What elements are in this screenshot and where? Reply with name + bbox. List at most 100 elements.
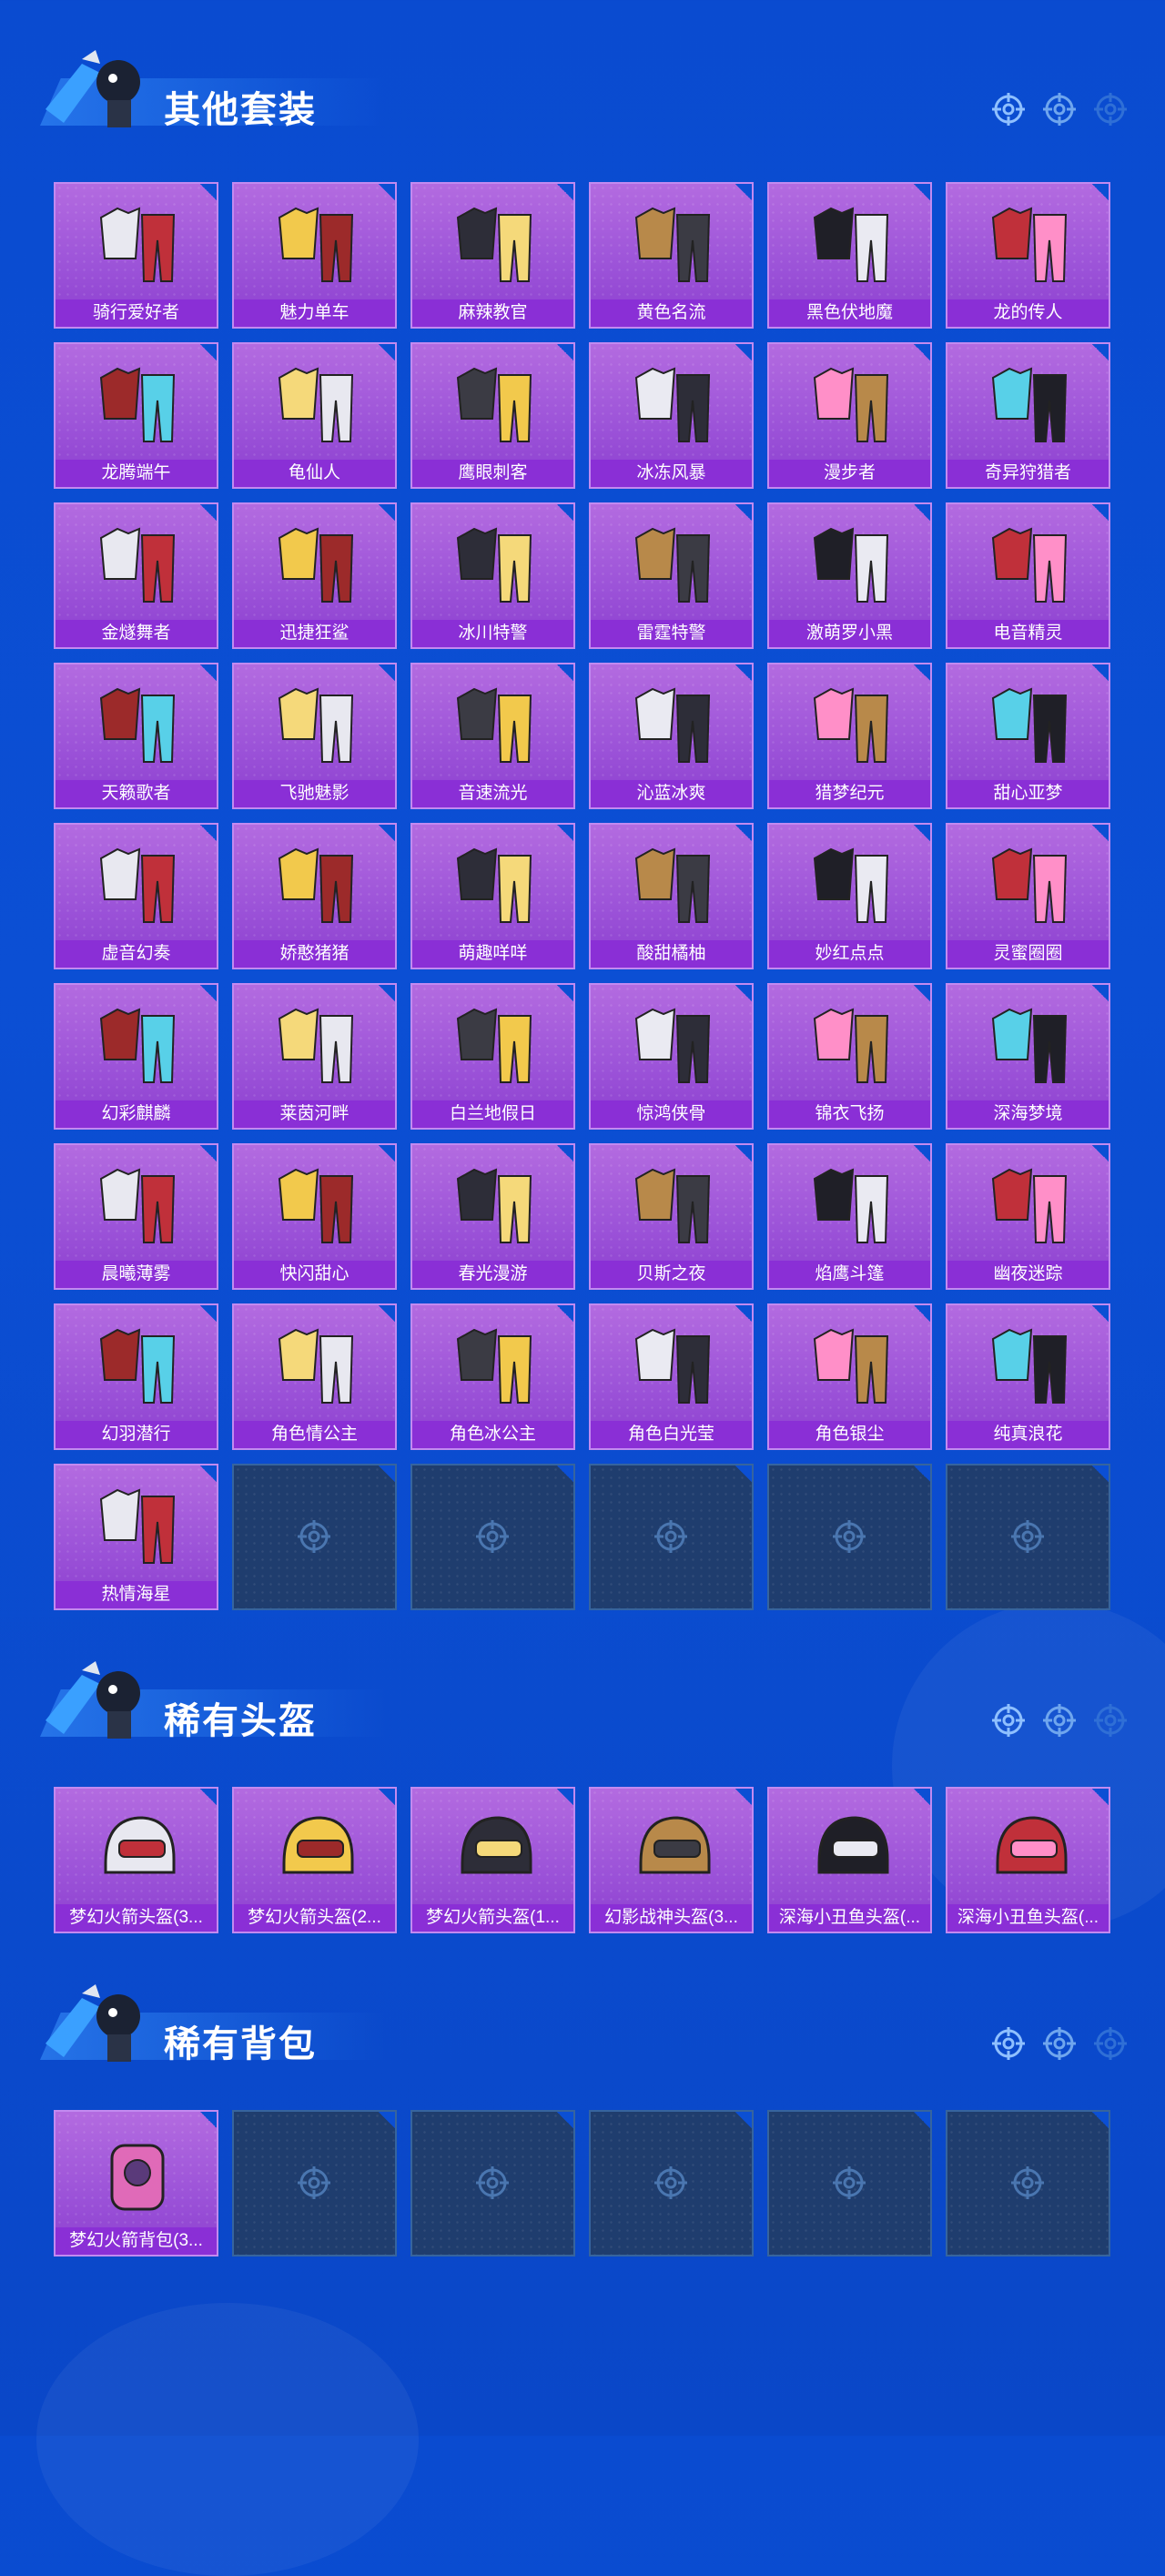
outfit-card[interactable]: 冰川特警 [410, 502, 575, 649]
card-label: 黑色伏地魔 [769, 299, 930, 327]
outfit-card[interactable]: 贝斯之夜 [589, 1143, 754, 1290]
outfit-icon [991, 367, 1068, 442]
outfit-card[interactable]: 飞驰魅影 [232, 663, 397, 809]
outfit-card[interactable]: 魅力单车 [232, 182, 397, 329]
helmet-card[interactable]: 幻影战神头盔(3... [589, 1787, 754, 1933]
card-label: 冰川特警 [412, 620, 573, 647]
outfit-card[interactable]: 猎梦纪元 [767, 663, 932, 809]
card-label: 梦幻火箭头盔(3... [56, 1904, 217, 1932]
outfit-icon [99, 687, 176, 763]
outfit-icon [634, 207, 711, 282]
helmet-card[interactable]: 深海小丑鱼头盔(... [767, 1787, 932, 1933]
outfit-card[interactable]: 焰鹰斗篷 [767, 1143, 932, 1290]
outfit-card[interactable]: 甜心亚梦 [946, 663, 1110, 809]
crosshair-icon [833, 1520, 866, 1553]
crosshair-icon [1011, 1520, 1044, 1553]
outfit-card[interactable]: 鹰眼刺客 [410, 342, 575, 489]
crosshair-icon [476, 1520, 509, 1553]
helmet-card[interactable]: 梦幻火箭头盔(1... [410, 1787, 575, 1933]
outfit-card[interactable]: 莱茵河畔 [232, 983, 397, 1130]
outfit-icon [991, 847, 1068, 923]
section-header: 稀有头盔 [0, 1657, 1165, 1757]
empty-slot [589, 1464, 754, 1610]
outfit-card[interactable]: 电音精灵 [946, 502, 1110, 649]
outfit-card[interactable]: 深海梦境 [946, 983, 1110, 1130]
outfit-card[interactable]: 天籁歌者 [54, 663, 218, 809]
outfit-card[interactable]: 快闪甜心 [232, 1143, 397, 1290]
outfit-card[interactable]: 金燧舞者 [54, 502, 218, 649]
outfits-grid: 骑行爱好者 魅力单车 麻辣教官 黄色名流 黑色伏地魔 龙的传人龙腾端午 龟仙人 鹰眼刺客 冰冻风… [54, 182, 1110, 1610]
outfit-card[interactable]: 锦衣飞扬 [767, 983, 932, 1130]
outfit-card[interactable]: 漫步者 [767, 342, 932, 489]
outfit-icon [456, 1328, 532, 1404]
outfit-card[interactable]: 激萌罗小黑 [767, 502, 932, 649]
outfit-icon [99, 1008, 176, 1083]
card-label: 梦幻火箭头盔(1... [412, 1904, 573, 1932]
section-backpacks: 稀有背包 梦幻火箭背包(3... [0, 1980, 1165, 2257]
outfit-card[interactable]: 妙红点点 [767, 823, 932, 969]
outfit-card[interactable]: 黑色伏地魔 [767, 182, 932, 329]
card-label: 纯真浪花 [947, 1421, 1109, 1448]
outfit-card[interactable]: 龙的传人 [946, 182, 1110, 329]
outfit-icon [278, 1008, 354, 1083]
section-header: 稀有背包 [0, 1980, 1165, 2080]
helmet-card[interactable]: 深海小丑鱼头盔(... [946, 1787, 1110, 1933]
outfit-icon [634, 1008, 711, 1083]
card-label: 金燧舞者 [56, 620, 217, 647]
outfit-card[interactable]: 音速流光 [410, 663, 575, 809]
outfit-icon [634, 687, 711, 763]
crosshair-icon [298, 2166, 330, 2199]
card-label: 贝斯之夜 [591, 1261, 752, 1288]
helmet-card[interactable]: 梦幻火箭头盔(3... [54, 1787, 218, 1933]
card-label: 热情海星 [56, 1581, 217, 1608]
outfit-card[interactable]: 骑行爱好者 [54, 182, 218, 329]
outfit-card[interactable]: 麻辣教官 [410, 182, 575, 329]
outfit-card[interactable]: 热情海星 [54, 1464, 218, 1610]
section-title: 稀有头盔 [164, 1701, 317, 1741]
outfit-card[interactable]: 春光漫游 [410, 1143, 575, 1290]
outfit-card[interactable]: 迅捷狂鲨 [232, 502, 397, 649]
crosshair-group [990, 2025, 1129, 2062]
backpacks-grid: 梦幻火箭背包(3... [54, 2110, 1110, 2257]
outfit-card[interactable]: 娇憨猪猪 [232, 823, 397, 969]
outfit-card[interactable]: 白兰地假日 [410, 983, 575, 1130]
outfit-card[interactable]: 角色情公主 [232, 1303, 397, 1450]
helmet-icon [104, 1816, 176, 1874]
card-label: 梦幻火箭头盔(2... [234, 1904, 395, 1932]
outfit-card[interactable]: 冰冻风暴 [589, 342, 754, 489]
card-label: 灵蜜圈圈 [947, 940, 1109, 968]
outfit-card[interactable]: 幽夜迷踪 [946, 1143, 1110, 1290]
outfit-icon [813, 367, 889, 442]
outfit-card[interactable]: 龟仙人 [232, 342, 397, 489]
outfit-card[interactable]: 幻羽潜行 [54, 1303, 218, 1450]
outfit-card[interactable]: 雷霆特警 [589, 502, 754, 649]
outfit-icon [634, 1168, 711, 1243]
outfit-card[interactable]: 角色冰公主 [410, 1303, 575, 1450]
crosshair-icon [476, 2166, 509, 2199]
card-label: 激萌罗小黑 [769, 620, 930, 647]
outfit-card[interactable]: 黄色名流 [589, 182, 754, 329]
backpack-card[interactable]: 梦幻火箭背包(3... [54, 2110, 218, 2257]
outfit-icon [634, 527, 711, 603]
outfit-card[interactable]: 惊鸿侠骨 [589, 983, 754, 1130]
outfit-card[interactable]: 角色银尘 [767, 1303, 932, 1450]
card-label: 龙腾端午 [56, 460, 217, 487]
outfit-icon [991, 687, 1068, 763]
outfit-card[interactable]: 幻彩麒麟 [54, 983, 218, 1130]
outfit-card[interactable]: 纯真浪花 [946, 1303, 1110, 1450]
outfit-card[interactable]: 虚音幻奏 [54, 823, 218, 969]
outfit-card[interactable]: 晨曦薄雾 [54, 1143, 218, 1290]
outfit-card[interactable]: 酸甜橘柚 [589, 823, 754, 969]
card-label: 沁蓝冰爽 [591, 780, 752, 807]
outfit-card[interactable]: 龙腾端午 [54, 342, 218, 489]
crosshair-icon [298, 1520, 330, 1553]
outfit-card[interactable]: 萌趣咩咩 [410, 823, 575, 969]
section-outfits: 其他套装 骑行爱好者 魅力单车 麻辣教官 黄色名流 黑色伏地魔 龙的传人 龙腾端午 龟仙人 鹰眼… [0, 46, 1165, 1610]
helmet-card[interactable]: 梦幻火箭头盔(2... [232, 1787, 397, 1933]
outfit-card[interactable]: 灵蜜圈圈 [946, 823, 1110, 969]
outfit-card[interactable]: 沁蓝冰爽 [589, 663, 754, 809]
outfit-card[interactable]: 角色白光莹 [589, 1303, 754, 1450]
card-label: 春光漫游 [412, 1261, 573, 1288]
outfit-card[interactable]: 奇异狩猎者 [946, 342, 1110, 489]
outfit-icon [813, 1168, 889, 1243]
